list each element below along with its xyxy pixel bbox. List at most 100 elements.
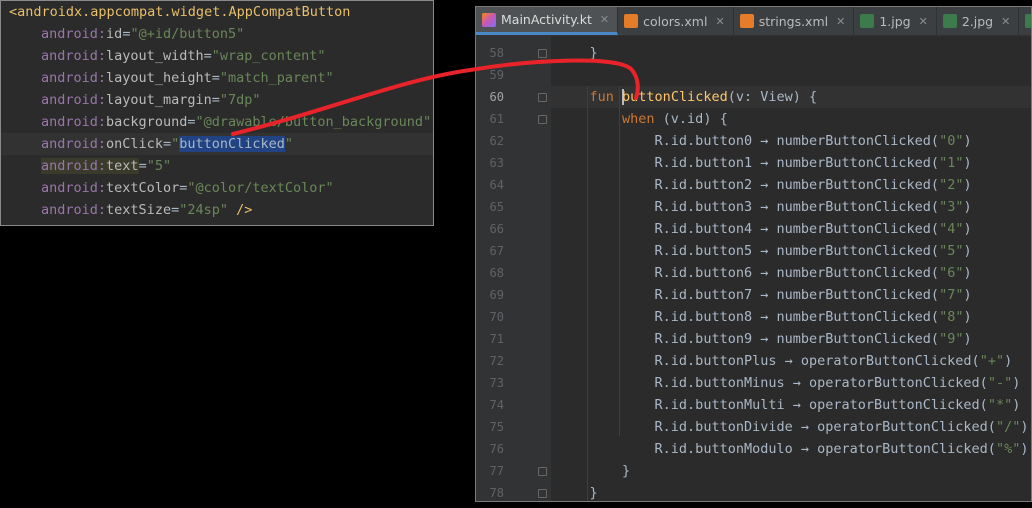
when-branch-id: R.id.button4 bbox=[654, 221, 753, 237]
fold-marker-icon[interactable] bbox=[538, 93, 547, 102]
xml-attribute: android:background bbox=[41, 114, 187, 130]
tab-mainactivity-kt[interactable]: MainActivity.kt ✕ bbox=[476, 7, 619, 35]
close-icon[interactable]: ✕ bbox=[715, 15, 724, 28]
xml-attr-value-quote: " bbox=[171, 136, 180, 152]
xml-line: android:background="@drawable/button_bac… bbox=[1, 111, 433, 133]
paren: ( bbox=[971, 353, 980, 369]
xml-attr-name: text bbox=[106, 158, 139, 174]
code-area[interactable]: } fun buttonClicked(v: View) { when (v.i… bbox=[551, 35, 1031, 501]
xml-attr-value: "wrap_content" bbox=[211, 48, 326, 64]
tab-1-jpg[interactable]: 1.jpg ✕ bbox=[854, 7, 937, 35]
function-call: numberButtonClicked bbox=[776, 199, 931, 215]
function-call: numberButtonClicked bbox=[776, 243, 931, 259]
when-branch-id: R.id.button0 bbox=[654, 133, 753, 149]
line-number: 72 bbox=[489, 354, 504, 368]
line-number: 59 bbox=[489, 68, 504, 82]
code-line: R.id.button0 → numberButtonClicked("0") bbox=[551, 130, 1031, 152]
xml-attr-name: textColor bbox=[106, 180, 180, 196]
when-branch-id: R.id.buttonPlus bbox=[654, 353, 777, 369]
when-branch-id: R.id.buttonDivide bbox=[654, 419, 793, 435]
tab-0-jpg[interactable]: 0.jpg✕ bbox=[1019, 7, 1031, 35]
paren: ( bbox=[930, 287, 940, 303]
xml-tag: <androidx.appcompat.widget.AppCompatButt… bbox=[9, 4, 351, 20]
line-number: 68 bbox=[489, 266, 504, 280]
xml-namespace: android bbox=[41, 70, 98, 86]
code-line: R.id.button2 → numberButtonClicked("2") bbox=[551, 174, 1031, 196]
when-branch-id: R.id.button1 bbox=[654, 155, 753, 171]
xml-attr-value: "@+id/button5" bbox=[130, 26, 245, 42]
tab-label: MainActivity.kt bbox=[501, 12, 592, 27]
line-number: 67 bbox=[489, 244, 504, 258]
kotlin-file-icon bbox=[482, 12, 496, 27]
code-line: R.id.button4 → numberButtonClicked("4") bbox=[551, 218, 1031, 240]
selected-text-buttonClicked[interactable]: buttonClicked bbox=[179, 136, 285, 152]
arrow-operator: → bbox=[784, 397, 809, 413]
code-line: R.id.buttonModulo → operatorButtonClicke… bbox=[551, 438, 1031, 460]
fold-marker-icon[interactable] bbox=[538, 467, 547, 476]
tab-2-jpg[interactable]: 2.jpg ✕ bbox=[937, 7, 1020, 35]
close-icon[interactable]: ✕ bbox=[1001, 15, 1010, 28]
xml-namespace: android bbox=[41, 48, 98, 64]
line-number: 71 bbox=[489, 332, 504, 346]
paren: ( bbox=[930, 331, 940, 347]
when-branch-id: R.id.button7 bbox=[654, 287, 753, 303]
arrow-operator: → bbox=[776, 353, 801, 369]
arrow-operator: → bbox=[752, 243, 777, 259]
tab-strings-xml[interactable]: strings.xml ✕ bbox=[734, 7, 855, 35]
line-number: 77 bbox=[489, 464, 504, 478]
line-number: 60 bbox=[489, 90, 504, 104]
paren: ( bbox=[987, 441, 996, 457]
tab-colors-xml[interactable]: colors.xml ✕ bbox=[618, 7, 734, 35]
tab-label: 2.jpg bbox=[961, 13, 994, 29]
close-icon[interactable]: ✕ bbox=[600, 13, 609, 26]
editor-tab-bar: MainActivity.kt ✕ colors.xml ✕ strings.xml ✕ 1… bbox=[476, 7, 1031, 36]
code-text: (v: View) { bbox=[727, 89, 818, 105]
fold-marker-icon[interactable] bbox=[538, 115, 547, 124]
function-call: numberButtonClicked bbox=[776, 155, 931, 171]
function-name-buttonClicked[interactable]: buttonClicked bbox=[622, 89, 728, 105]
code-text: } bbox=[557, 463, 631, 479]
close-icon[interactable]: ✕ bbox=[836, 15, 845, 28]
string-literal: "7" bbox=[939, 287, 964, 303]
xml-line: android:layout_height="match_parent" bbox=[1, 67, 433, 89]
when-branch-id: R.id.buttonMinus bbox=[654, 375, 785, 391]
xml-attribute: android:text bbox=[41, 158, 139, 174]
when-branch-id: R.id.button3 bbox=[654, 199, 753, 215]
paren: ( bbox=[987, 419, 996, 435]
tab-label: 1.jpg bbox=[879, 13, 911, 29]
xml-attr-name: onClick bbox=[106, 136, 163, 152]
xml-equals: = bbox=[138, 158, 147, 174]
fold-marker-icon[interactable] bbox=[538, 489, 547, 498]
xml-attribute: android:onClick bbox=[41, 136, 163, 152]
xml-attribute: android:textSize bbox=[41, 202, 171, 218]
close-icon[interactable]: ✕ bbox=[919, 15, 928, 28]
xml-file-icon bbox=[624, 14, 639, 28]
line-number: 66 bbox=[489, 222, 504, 236]
line-number: 63 bbox=[489, 156, 504, 170]
when-branch-id: R.id.buttonMulti bbox=[654, 397, 785, 413]
string-literal: "5" bbox=[939, 243, 964, 259]
line-number: 62 bbox=[489, 134, 504, 148]
paren: ) bbox=[963, 243, 972, 259]
string-literal: "4" bbox=[939, 221, 964, 237]
function-call: numberButtonClicked bbox=[776, 133, 931, 149]
paren: ) bbox=[1020, 419, 1029, 435]
xml-line: android:layout_margin="7dp" bbox=[1, 89, 433, 111]
line-number: 75 bbox=[489, 420, 504, 434]
fold-marker-icon[interactable] bbox=[538, 49, 547, 58]
paren: ) bbox=[963, 155, 972, 171]
xml-attr-name: layout_width bbox=[106, 48, 204, 64]
code-editor-panel: MainActivity.kt ✕ colors.xml ✕ strings.xml ✕ 1… bbox=[475, 6, 1032, 502]
xml-attribute: android:layout_width bbox=[41, 48, 204, 64]
